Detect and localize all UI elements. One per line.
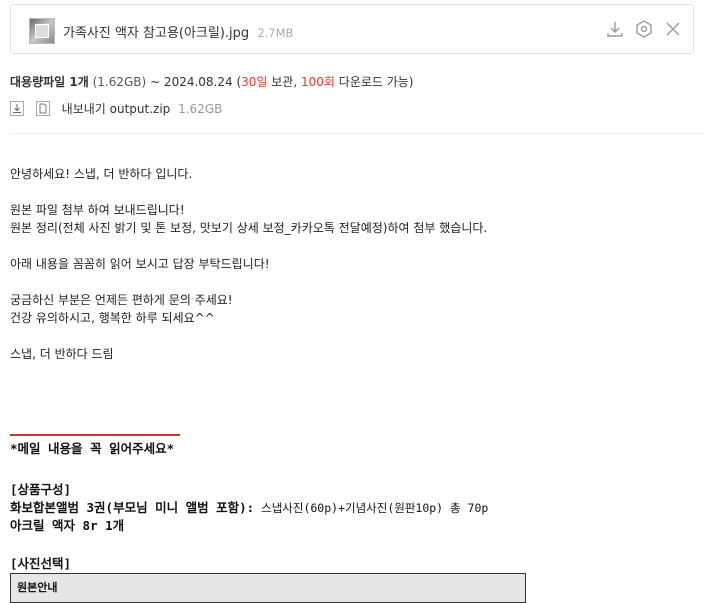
info-table: 원본안내	[10, 573, 526, 603]
close-icon[interactable]	[663, 19, 683, 39]
divider	[10, 133, 704, 134]
bulk-suffix: 다운로드 가능)	[334, 75, 414, 89]
bulk-size: (1.62GB)	[92, 75, 147, 89]
product-line-2: 아크릴 액자 8r 1개	[10, 518, 125, 533]
bulk-count: 100회	[300, 75, 335, 89]
body-line-5: 건강 유의하시고, 행복한 하루 되세요^^	[10, 311, 215, 325]
bulk-date: ~ 2024.08.24 (	[150, 75, 242, 89]
download-icon[interactable]	[605, 19, 625, 39]
bulk-title: 대용량파일 1개	[10, 75, 89, 89]
signature-text: 스냅, 더 반하다 드림	[10, 347, 114, 361]
bulk-days: 30일	[241, 75, 268, 89]
product-line-1: 화보합본앨범 3권(부모님 미니 앨범 포함): 스냅사진(60p)+기념사진(…	[10, 497, 488, 516]
download-small-icon[interactable]	[10, 101, 24, 116]
attachment-card[interactable]: 가족사진 액자 참고용(아크릴).jpg 2.7MB	[10, 4, 694, 54]
product-line-1-rest: 스냅사진(60p)+기념사진(원판10p) 총 70p	[254, 501, 489, 515]
greeting-text: 안녕하세요! 스냅, 더 반하다 입니다.	[10, 167, 193, 181]
attachment-file-size: 2.7MB	[257, 26, 294, 40]
attachment-file-label: 가족사진 액자 참고용(아크릴).jpg	[63, 26, 250, 41]
body-line-1: 원본 파일 첨부 하여 보내드립니다!	[10, 203, 185, 217]
notice-heading: *메일 내용을 꼭 읽어주세요*	[10, 441, 175, 456]
body-line-4: 궁금하신 부분은 언제든 편하게 문의 주세요!	[10, 293, 233, 307]
body-line-3: 아래 내용을 꼼꼼히 읽어 보시고 답장 부탁드립니다!	[10, 257, 270, 271]
bulk-keep: 보관,	[267, 75, 301, 89]
image-thumbnail-icon	[29, 18, 55, 44]
file-icon	[35, 101, 50, 116]
zip-file-size: 1.62GB	[178, 101, 223, 116]
photo-section-header: [사진선택]	[10, 556, 72, 571]
table-header-cell: 원본안내	[17, 581, 58, 594]
body-line-2: 원본 정리(전체 사진 밝기 및 톤 보정, 맛보기 상세 보정_카카오톡 전달…	[10, 221, 488, 235]
zip-file-name[interactable]: 내보내기 output.zip	[62, 102, 171, 116]
notice-underline	[10, 434, 180, 436]
product-line-1-bold: 화보합본앨범 3권(부모님 미니 앨범 포함):	[10, 500, 255, 515]
product-section-header: [상품구성]	[10, 482, 72, 497]
zip-file-row[interactable]: 내보내기 output.zip 1.62GB	[10, 100, 222, 117]
scan-icon[interactable]	[634, 19, 654, 39]
attachment-file-name[interactable]: 가족사진 액자 참고용(아크릴).jpg 2.7MB	[63, 22, 293, 41]
bulk-file-summary: 대용량파일 1개 (1.62GB) ~ 2024.08.24 (30일 보관, …	[10, 73, 414, 90]
